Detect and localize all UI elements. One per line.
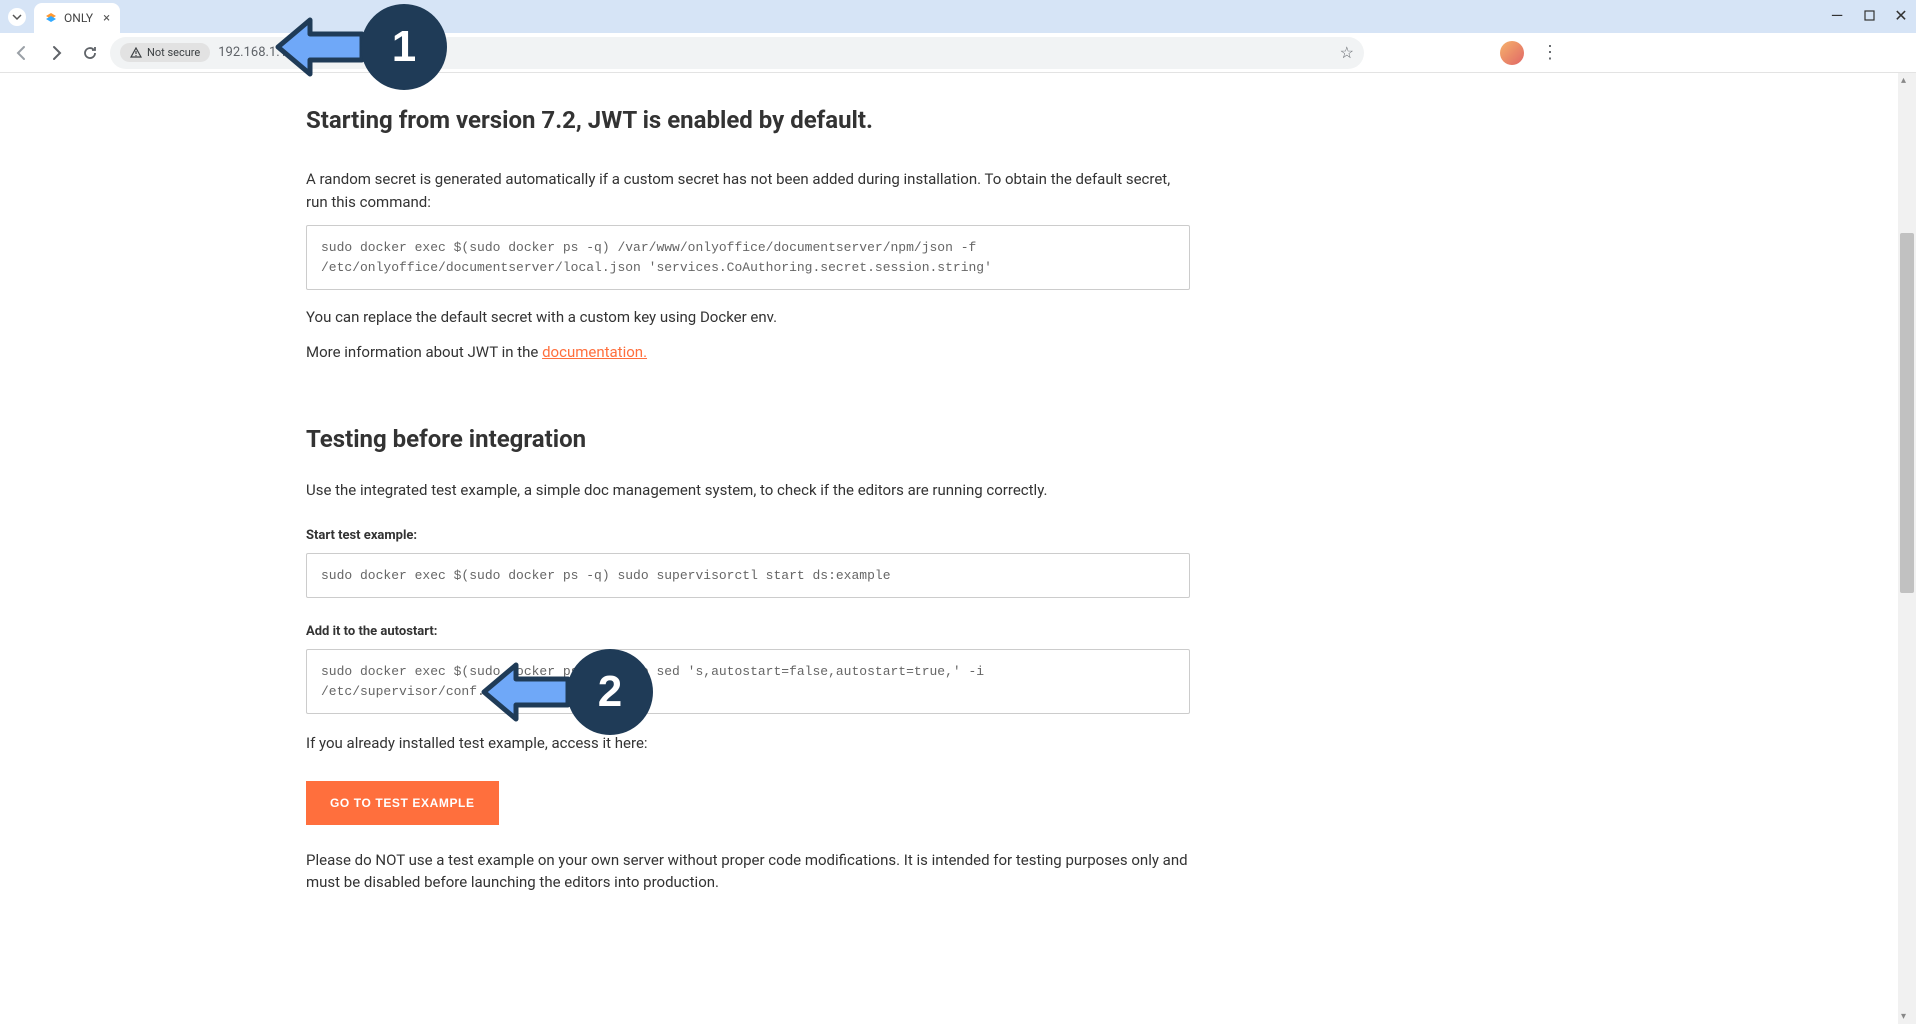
- warning-icon: [130, 47, 142, 59]
- forward-button[interactable]: [42, 39, 70, 67]
- testing-heading: Testing before integration: [306, 425, 1190, 453]
- go-to-test-example-button[interactable]: GO TO TEST EXAMPLE: [306, 781, 499, 825]
- tab-list-dropdown[interactable]: [8, 8, 26, 26]
- jwt-replace-text: You can replace the default secret with …: [306, 306, 1190, 329]
- url-text: 192.168.1.18:8467: [218, 45, 326, 60]
- reload-button[interactable]: [76, 39, 104, 67]
- browser-toolbar: Not secure 192.168.1.18:8467 ☆ ⋮: [0, 33, 1916, 73]
- minimize-icon[interactable]: —: [1830, 6, 1844, 25]
- close-window-icon[interactable]: ✕: [1894, 6, 1908, 25]
- autostart-label: Add it to the autostart:: [306, 624, 1190, 639]
- profile-avatar[interactable]: [1500, 41, 1524, 65]
- autostart-command-block[interactable]: sudo docker exec $(sudo docker ps -q) su…: [306, 649, 1190, 714]
- page-content: Starting from version 7.2, JWT is enable…: [306, 73, 1190, 894]
- browser-menu-icon[interactable]: ⋮: [1538, 42, 1562, 63]
- page-viewport: Starting from version 7.2, JWT is enable…: [0, 73, 1898, 1024]
- jwt-heading: Starting from version 7.2, JWT is enable…: [306, 106, 1190, 134]
- jwt-command-block[interactable]: sudo docker exec $(sudo docker ps -q) /v…: [306, 225, 1190, 290]
- address-bar[interactable]: Not secure 192.168.1.18:8467 ☆: [110, 37, 1364, 69]
- browser-tab[interactable]: ONLY ×: [34, 3, 120, 33]
- scrollbar-thumb[interactable]: [1900, 233, 1914, 593]
- start-command-block[interactable]: sudo docker exec $(sudo docker ps -q) su…: [306, 553, 1190, 599]
- window-controls: — ✕: [1830, 6, 1908, 25]
- vertical-scrollbar[interactable]: ▴ ▾: [1898, 73, 1916, 1024]
- warning-text: Please do NOT use a test example on your…: [306, 849, 1190, 894]
- tab-title: ONLY: [64, 11, 93, 25]
- tab-close-icon[interactable]: ×: [103, 11, 110, 26]
- maximize-icon[interactable]: [1862, 6, 1876, 25]
- scroll-down-icon[interactable]: ▾: [1901, 1011, 1906, 1022]
- start-example-label: Start test example:: [306, 528, 1190, 543]
- browser-tab-strip: ONLY × — ✕: [0, 0, 1916, 33]
- not-secure-label: Not secure: [147, 46, 200, 59]
- scroll-up-icon[interactable]: ▴: [1901, 75, 1906, 86]
- onlyoffice-favicon-icon: [44, 11, 58, 25]
- back-button[interactable]: [8, 39, 36, 67]
- jwt-intro: A random secret is generated automatical…: [306, 168, 1190, 213]
- jwt-more-info: More information about JWT in the docume…: [306, 341, 1190, 364]
- access-text: If you already installed test example, a…: [306, 732, 1190, 755]
- bookmark-star-icon[interactable]: ☆: [1340, 43, 1354, 62]
- not-secure-badge[interactable]: Not secure: [120, 43, 210, 62]
- testing-intro: Use the integrated test example, a simpl…: [306, 479, 1190, 502]
- jwt-more-pre: More information about JWT in the: [306, 343, 542, 361]
- documentation-link[interactable]: documentation.: [542, 343, 647, 361]
